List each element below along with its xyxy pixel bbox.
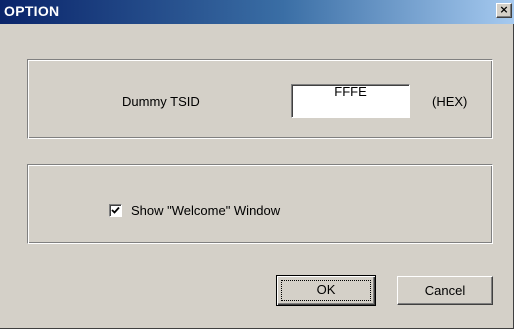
hex-unit-label: (HEX) [432, 94, 468, 109]
checkmark-icon [111, 206, 120, 214]
cancel-button[interactable]: Cancel [397, 276, 493, 305]
dummy-tsid-value: FFFE [334, 84, 367, 99]
show-welcome-checkbox[interactable] [109, 204, 122, 217]
dummy-tsid-input[interactable]: FFFE [291, 84, 410, 118]
cancel-button-label: Cancel [424, 283, 466, 298]
dummy-tsid-label: Dummy TSID [122, 94, 200, 109]
close-button[interactable]: × [496, 3, 512, 18]
title-bar[interactable]: OPTION × [0, 0, 514, 24]
close-icon: × [499, 3, 509, 16]
show-welcome-label[interactable]: Show "Welcome" Window [131, 203, 280, 218]
option-dialog: OPTION × Dummy TSID FFFE (HEX) Show "Wel… [0, 0, 514, 329]
window-title: OPTION [4, 3, 60, 19]
ok-button[interactable]: OK [276, 275, 376, 306]
tsid-group [27, 59, 493, 139]
ok-button-label: OK [316, 282, 336, 297]
